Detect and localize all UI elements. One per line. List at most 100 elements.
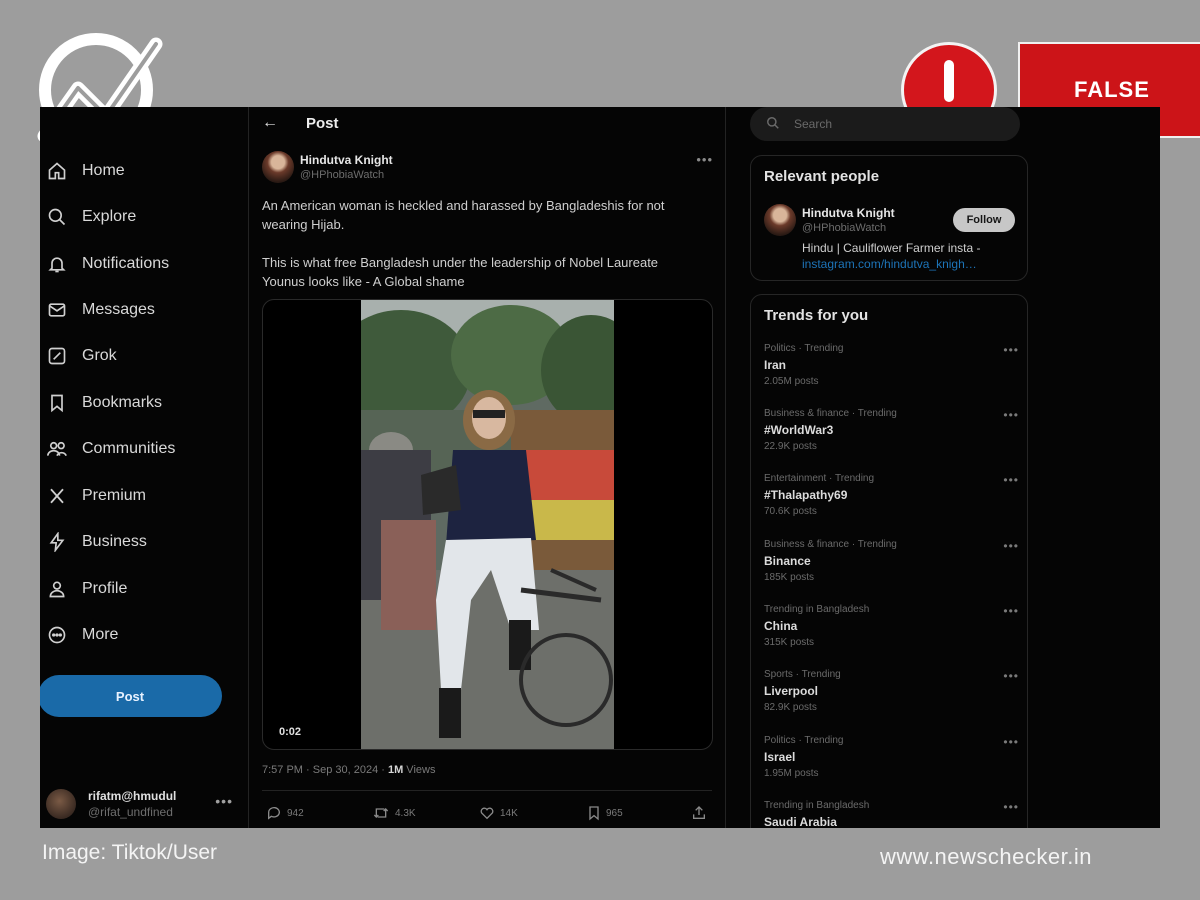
- author-avatar[interactable]: [262, 151, 294, 183]
- nav-item-bookmarks[interactable]: Bookmarks: [46, 385, 162, 421]
- search-box[interactable]: Search: [750, 107, 1020, 141]
- trend-name: #WorldWar3: [764, 423, 834, 437]
- trend-item[interactable]: Sports · Trending Liverpool 82.9K posts …: [764, 669, 1019, 729]
- trend-context: Trending in Bangladesh: [764, 800, 870, 811]
- search-icon: [46, 206, 68, 228]
- trend-count: 2.05M posts: [764, 376, 819, 387]
- card-title: Relevant people: [764, 168, 880, 185]
- more-dots-icon[interactable]: •••: [1003, 800, 1019, 814]
- follow-button[interactable]: Follow: [953, 208, 1015, 232]
- nav-label: Notifications: [82, 255, 170, 272]
- nav-item-premium[interactable]: Premium: [46, 478, 146, 514]
- person-bio: Hindu | Cauliflower Farmer insta -: [802, 241, 981, 255]
- views-count: 1M: [387, 764, 404, 776]
- trend-item[interactable]: Politics · Trending Israel 1.95M posts •…: [764, 735, 1019, 795]
- person-icon: [46, 578, 68, 600]
- trend-item[interactable]: Entertainment · Trending #Thalapathy69 7…: [764, 473, 1019, 533]
- page-title: Post: [306, 115, 339, 132]
- nav-label: Explore: [82, 208, 137, 225]
- trend-name: Binance: [764, 554, 811, 568]
- divider: [262, 790, 712, 791]
- nav-item-profile[interactable]: Profile: [46, 571, 127, 607]
- more-circle-icon: [46, 624, 68, 646]
- trend-count: 1.95M posts: [764, 768, 819, 779]
- card-title: Trends for you: [764, 307, 869, 324]
- post-button[interactable]: Post: [40, 675, 222, 717]
- trend-name: #Thalapathy69: [764, 488, 848, 502]
- repost-button[interactable]: 4.3K: [372, 805, 416, 821]
- avatar[interactable]: [764, 204, 796, 236]
- video-timestamp: 0:02: [279, 726, 302, 738]
- nav-item-more[interactable]: More: [46, 617, 118, 653]
- share-icon: [693, 806, 705, 819]
- reply-icon: [267, 807, 280, 820]
- nav-label: Grok: [82, 347, 117, 364]
- nav-item-messages[interactable]: Messages: [46, 292, 155, 328]
- heart-icon: [480, 807, 494, 820]
- trend-context: Trending in Bangladesh: [764, 604, 870, 615]
- mail-icon: [46, 299, 68, 321]
- nav-label: More: [82, 626, 119, 643]
- back-arrow-icon[interactable]: ←: [262, 114, 278, 132]
- trend-item[interactable]: Trending in Bangladesh China 315K posts …: [764, 604, 1019, 664]
- lightning-icon: [46, 531, 68, 553]
- more-dots-icon[interactable]: •••: [696, 152, 713, 167]
- nav-item-explore[interactable]: Explore: [46, 199, 136, 235]
- more-dots-icon[interactable]: •••: [1003, 408, 1019, 422]
- author-handle[interactable]: @HPhobiaWatch: [300, 169, 384, 181]
- nav-item-notifications[interactable]: Notifications: [46, 246, 169, 282]
- avatar: [46, 789, 76, 819]
- trend-item[interactable]: Business & finance · Trending Binance 18…: [764, 539, 1019, 599]
- reply-count: 942: [287, 807, 304, 819]
- trend-item[interactable]: Business & finance · Trending #WorldWar3…: [764, 408, 1019, 468]
- search-input[interactable]: Search: [794, 117, 832, 131]
- nav-item-business[interactable]: Business: [46, 524, 147, 560]
- person-name[interactable]: Hindutva Knight: [802, 206, 895, 220]
- post-meta: 7:57 PM · Sep 30, 2024 · 1M Views: [262, 764, 435, 776]
- bio-link[interactable]: instagram.com/hindutva_knigh…: [802, 257, 977, 271]
- nav-label: Premium: [82, 487, 147, 504]
- post-text-line: An American woman is heckled and harasse…: [262, 198, 665, 213]
- more-dots-icon[interactable]: •••: [1003, 669, 1019, 683]
- trend-count: 70.6K posts: [764, 506, 817, 517]
- sidebar-nav: Home Explore Notifications Messages Grok…: [40, 107, 248, 828]
- account-name: rifatm@hmudul: [88, 789, 177, 803]
- trend-context: Business & finance · Trending: [764, 408, 897, 419]
- bookmark-button[interactable]: 965: [587, 805, 623, 821]
- bell-icon: [46, 253, 68, 275]
- trend-item[interactable]: Trending in Bangladesh Saudi Arabia •••: [764, 800, 1019, 828]
- nav-item-grok[interactable]: Grok: [46, 338, 117, 374]
- repost-count: 4.3K: [395, 807, 416, 819]
- trend-count: 185K posts: [764, 572, 815, 583]
- person-handle[interactable]: @HPhobiaWatch: [802, 222, 886, 234]
- home-icon: [46, 160, 68, 182]
- more-dots-icon[interactable]: •••: [1003, 604, 1019, 618]
- grok-icon: [46, 345, 68, 367]
- nav-item-communities[interactable]: Communities: [46, 431, 175, 467]
- nav-item-home[interactable]: Home: [46, 153, 125, 189]
- author-name[interactable]: Hindutva Knight: [300, 153, 393, 167]
- right-sidebar: Search Relevant people Hindutva Knight @…: [740, 107, 1160, 828]
- repost-icon: [373, 808, 389, 818]
- video-player[interactable]: 0:02: [262, 299, 713, 750]
- trend-name: Iran: [764, 358, 787, 372]
- account-switcher[interactable]: rifatm@hmudul @rifat_undfined •••: [46, 787, 241, 823]
- post-timestamp[interactable]: 7:57 PM · Sep 30, 2024 ·: [262, 764, 388, 776]
- site-url: www.newschecker.in: [880, 844, 1092, 869]
- like-button[interactable]: 14K: [479, 805, 518, 821]
- trend-count: 315K posts: [764, 637, 815, 648]
- nav-label: Profile: [82, 580, 128, 597]
- more-dots-icon[interactable]: •••: [1003, 539, 1019, 553]
- more-dots-icon[interactable]: •••: [1003, 473, 1019, 487]
- trend-name: Liverpool: [764, 684, 819, 698]
- share-button[interactable]: [691, 805, 712, 821]
- post-text-line: Younus looks like - A Global shame: [262, 274, 465, 289]
- trend-context: Politics · Trending: [764, 735, 844, 746]
- more-dots-icon[interactable]: •••: [1003, 343, 1019, 357]
- more-dots-icon[interactable]: •••: [1003, 735, 1019, 749]
- trend-item[interactable]: Politics · Trending Iran 2.05M posts •••: [764, 343, 1019, 403]
- relevant-people-card: Relevant people Hindutva Knight @HPhobia…: [750, 155, 1028, 281]
- more-dots-icon[interactable]: •••: [215, 793, 233, 809]
- trend-count: 22.9K posts: [764, 441, 817, 452]
- reply-button[interactable]: 942: [266, 805, 304, 821]
